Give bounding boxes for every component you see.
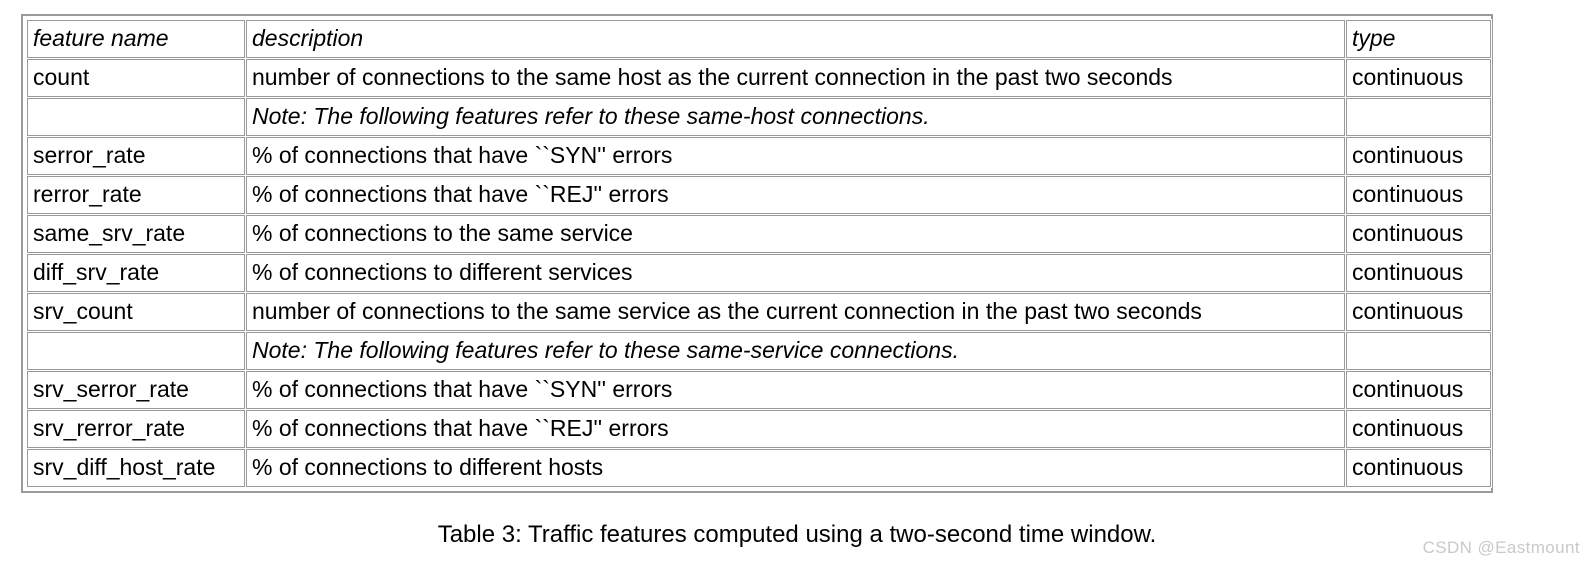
cell-feature-name: count: [27, 59, 245, 97]
table-row: Note: The following features refer to th…: [27, 98, 1491, 136]
cell-type: continuous: [1346, 215, 1491, 253]
table-row: count number of connections to the same h…: [27, 59, 1491, 97]
cell-type: continuous: [1346, 176, 1491, 214]
table-header-row: feature name description type: [27, 20, 1491, 58]
table-body: feature name description type count numbe…: [27, 20, 1491, 487]
cell-description: % of connections that have ``REJ'' error…: [246, 176, 1345, 214]
cell-description: % of connections to different services: [246, 254, 1345, 292]
cell-type: continuous: [1346, 293, 1491, 331]
cell-feature-name: same_srv_rate: [27, 215, 245, 253]
cell-type: continuous: [1346, 449, 1491, 487]
cell-feature-name: rerror_rate: [27, 176, 245, 214]
table-row: Note: The following features refer to th…: [27, 332, 1491, 370]
cell-feature-name: diff_srv_rate: [27, 254, 245, 292]
cell-description: % of connections to the same service: [246, 215, 1345, 253]
cell-feature-name: [27, 98, 245, 136]
cell-feature-name: srv_rerror_rate: [27, 410, 245, 448]
cell-description: % of connections that have ``REJ'' error…: [246, 410, 1345, 448]
cell-feature-name: srv_serror_rate: [27, 371, 245, 409]
cell-feature-name: srv_count: [27, 293, 245, 331]
table-row: same_srv_rate% of connections to the sam…: [27, 215, 1491, 253]
cell-feature-name: serror_rate: [27, 137, 245, 175]
table-row: srv_serror_rate% of connections that hav…: [27, 371, 1491, 409]
table-row: srv_count number of connections to the sa…: [27, 293, 1491, 331]
table-row: diff_srv_rate% of connections to differe…: [27, 254, 1491, 292]
table-row: srv_diff_host_rate% of connections to di…: [27, 449, 1491, 487]
table-row: rerror_rate% of connections that have ``…: [27, 176, 1491, 214]
column-header-description: description: [246, 20, 1345, 58]
traffic-features-table: feature name description type count numbe…: [26, 19, 1492, 488]
cell-type: [1346, 332, 1491, 370]
column-header-feature-name: feature name: [27, 20, 245, 58]
table-row: serror_rate% of connections that have ``…: [27, 137, 1491, 175]
cell-note: Note: The following features refer to th…: [246, 98, 1345, 136]
table-caption: Table 3: Traffic features computed using…: [437, 521, 1157, 548]
cell-description: % of connections that have ``SYN'' error…: [246, 371, 1345, 409]
table-container: feature name description type count numbe…: [21, 14, 1493, 493]
cell-description: % of connections that have ``SYN'' error…: [246, 137, 1345, 175]
cell-feature-name: [27, 332, 245, 370]
cell-type: continuous: [1346, 254, 1491, 292]
cell-type: continuous: [1346, 410, 1491, 448]
cell-type: continuous: [1346, 59, 1491, 97]
cell-description: number of connections to the same host a…: [246, 59, 1345, 97]
cell-feature-name: srv_diff_host_rate: [27, 449, 245, 487]
watermark-label: CSDN @Eastmount: [1422, 538, 1580, 557]
cell-description: number of connections to the same servic…: [246, 293, 1345, 331]
cell-description: % of connections to different hosts: [246, 449, 1345, 487]
cell-type: [1346, 98, 1491, 136]
column-header-type: type: [1346, 20, 1491, 58]
cell-type: continuous: [1346, 137, 1491, 175]
cell-note: Note: The following features refer to th…: [246, 332, 1345, 370]
table-row: srv_rerror_rate% of connections that hav…: [27, 410, 1491, 448]
cell-type: continuous: [1346, 371, 1491, 409]
